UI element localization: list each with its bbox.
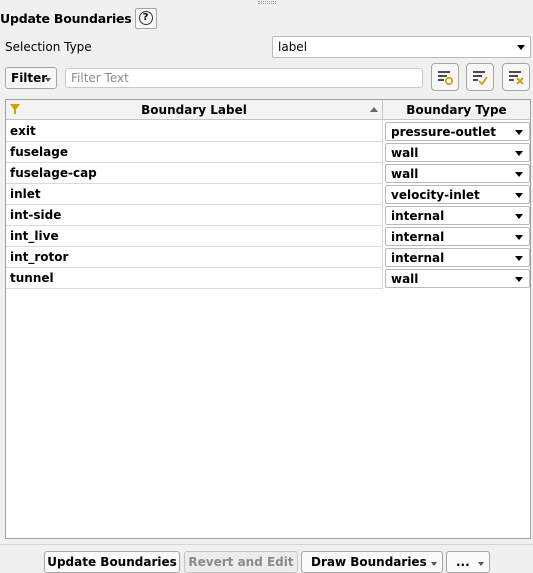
column-header-label-text: Boundary Label <box>141 103 247 117</box>
boundary-label-cell[interactable]: int-side <box>6 205 383 226</box>
boundary-label-cell[interactable]: inlet <box>6 184 383 205</box>
question-circle-icon: ? <box>138 11 153 25</box>
dropdown-arrow-icon <box>45 78 51 82</box>
chevron-down-icon <box>515 256 523 261</box>
boundary-type-dropdown[interactable]: pressure-outlet <box>385 122 530 141</box>
column-header-type-text: Boundary Type <box>406 103 507 117</box>
table-row[interactable]: fuselage-cap wall <box>6 163 530 184</box>
table-row[interactable]: fuselage wall <box>6 142 530 163</box>
column-header-boundary-type[interactable]: Boundary Type <box>383 100 530 120</box>
update-boundaries-button[interactable]: Update Boundaries <box>44 551 180 573</box>
chevron-down-icon <box>515 193 523 198</box>
column-header-boundary-label[interactable]: Boundary Label <box>6 100 383 120</box>
boundary-type-dropdown[interactable]: internal <box>385 206 530 225</box>
table-row[interactable]: tunnel wall <box>6 268 530 289</box>
boundary-type-dropdown[interactable]: internal <box>385 248 530 267</box>
chevron-down-icon <box>517 45 525 50</box>
funnel-icon-stem <box>14 110 16 114</box>
dropdown-arrow-icon <box>431 562 437 566</box>
chevron-down-icon <box>515 151 523 156</box>
boundary-type-value: pressure-outlet <box>391 124 497 139</box>
more-options-label: ... <box>456 555 470 569</box>
chevron-down-icon <box>515 277 523 282</box>
draw-boundaries-button[interactable]: Draw Boundaries <box>301 551 443 573</box>
resize-grip[interactable] <box>258 1 276 4</box>
update-boundaries-label: Update Boundaries <box>47 555 177 569</box>
boundary-label-cell[interactable]: int_live <box>6 226 383 247</box>
boundary-type-dropdown[interactable]: velocity-inlet <box>385 185 530 204</box>
boundary-type-dropdown[interactable]: wall <box>385 269 530 288</box>
filter-select-all-icon <box>473 71 488 86</box>
revert-and-edit-button[interactable]: Revert and Edit <box>184 551 298 573</box>
revert-and-edit-label: Revert and Edit <box>188 555 294 569</box>
draw-boundaries-label: Draw Boundaries <box>311 555 427 569</box>
chevron-down-icon <box>515 130 523 135</box>
boundary-type-value: wall <box>391 145 419 160</box>
boundary-label-cell[interactable]: tunnel <box>6 268 383 289</box>
boundary-type-value: internal <box>391 208 445 223</box>
boundary-label-cell[interactable]: int_rotor <box>6 247 383 268</box>
footer-divider <box>0 544 533 545</box>
sort-ascending-icon <box>370 107 378 112</box>
boundary-label-cell[interactable]: fuselage-cap <box>6 163 383 184</box>
chevron-down-icon <box>515 235 523 240</box>
panel-header: Update Boundaries ? <box>0 7 157 29</box>
boundary-type-dropdown[interactable]: internal <box>385 227 530 246</box>
chevron-down-icon <box>515 172 523 177</box>
selection-type-dropdown[interactable]: label <box>272 36 531 58</box>
table-header: Boundary Label Boundary Type <box>6 100 530 120</box>
table-row[interactable]: exit pressure-outlet <box>6 121 530 142</box>
filter-clear-icon <box>509 71 524 85</box>
filter-options-icon <box>438 71 454 86</box>
dropdown-arrow-icon <box>478 562 484 566</box>
boundary-type-value: wall <box>391 166 419 181</box>
boundary-type-value: internal <box>391 229 445 244</box>
table-row[interactable]: int_live internal <box>6 226 530 247</box>
filter-button[interactable]: Filter <box>5 67 57 89</box>
select-all-button[interactable] <box>466 63 494 91</box>
help-button[interactable]: ? <box>134 7 157 29</box>
filter-options-button[interactable] <box>431 63 459 91</box>
boundary-label-cell[interactable]: fuselage <box>6 142 383 163</box>
table-row[interactable]: int_rotor internal <box>6 247 530 268</box>
chevron-down-icon <box>515 214 523 219</box>
table-row[interactable]: int-side internal <box>6 205 530 226</box>
filter-button-label: Filter <box>11 71 48 85</box>
boundary-type-dropdown[interactable]: wall <box>385 164 530 183</box>
boundary-type-value: velocity-inlet <box>391 187 480 202</box>
boundary-type-value: wall <box>391 271 419 286</box>
panel-title: Update Boundaries <box>0 10 132 26</box>
boundary-type-value: internal <box>391 250 445 265</box>
boundary-label-cell[interactable]: exit <box>6 121 383 142</box>
more-options-button[interactable]: ... <box>446 551 490 573</box>
selection-type-value: label <box>278 40 308 54</box>
selection-type-label: Selection Type <box>5 40 92 54</box>
boundary-type-dropdown[interactable]: wall <box>385 143 530 162</box>
boundaries-table: Boundary Label Boundary Type exit pressu… <box>5 99 531 539</box>
table-row[interactable]: inlet velocity-inlet <box>6 184 530 205</box>
filter-text-input[interactable] <box>65 68 423 88</box>
clear-filter-button[interactable] <box>502 63 530 91</box>
